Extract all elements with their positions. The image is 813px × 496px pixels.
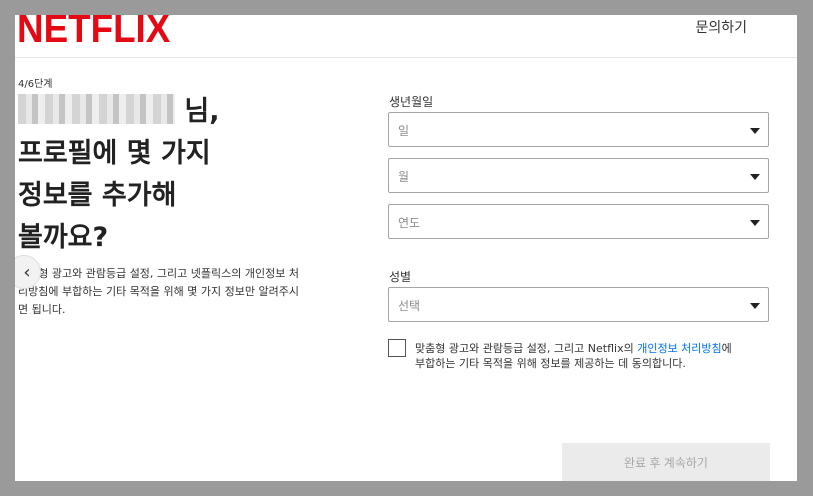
month-select[interactable]: 월 [388, 158, 769, 193]
consent-text-before: 맞춤형 광고와 관람등급 설정, 그리고 Netflix의 [415, 342, 638, 355]
caret-down-icon [750, 303, 760, 309]
title-suffix: 님, [184, 96, 220, 127]
help-link[interactable]: 문의하기 [695, 17, 747, 37]
gender-select[interactable]: 선택 [388, 287, 769, 322]
gender-label: 성별 [389, 270, 412, 284]
chevron-left-icon: ‹ [23, 261, 31, 283]
day-placeholder: 일 [398, 124, 410, 138]
title-line-1: 님, [18, 91, 338, 133]
title-line-3: 정보를 추가해 [18, 180, 177, 211]
title-line-4: 볼까요? [18, 222, 109, 253]
caret-down-icon [750, 174, 760, 180]
birthdate-label: 생년월일 [389, 95, 434, 109]
netflix-logo[interactable]: NETFLIX [17, 15, 170, 52]
description-text: 맞춤형 광고와 관람등급 설정, 그리고 넷플릭스의 개인정보 처리방침에 부합… [18, 267, 299, 316]
privacy-policy-link[interactable]: 개인정보 처리방침 [637, 342, 721, 355]
consent-text: 맞춤형 광고와 관람등급 설정, 그리고 Netflix의 개인정보 처리방침에… [415, 341, 745, 371]
header-divider [15, 57, 797, 58]
page-title: 님, 프로필에 몇 가지 정보를 추가해 볼까요? [18, 91, 338, 259]
blurred-profile-name [18, 94, 175, 124]
caret-down-icon [750, 220, 760, 226]
continue-button[interactable]: 완료 후 계속하기 [562, 443, 770, 481]
page: NETFLIX 문의하기 4/6단계 님, 프로필에 몇 가지 정보를 추가해 … [15, 15, 797, 481]
year-select[interactable]: 연도 [388, 204, 769, 239]
consent-checkbox[interactable] [388, 339, 406, 357]
title-line-2: 프로필에 몇 가지 [18, 138, 211, 169]
gender-placeholder: 선택 [398, 299, 421, 313]
caret-down-icon [750, 128, 760, 134]
step-indicator: 4/6단계 [18, 79, 53, 90]
day-select[interactable]: 일 [388, 112, 769, 147]
year-placeholder: 연도 [398, 216, 421, 230]
month-placeholder: 월 [398, 170, 410, 184]
